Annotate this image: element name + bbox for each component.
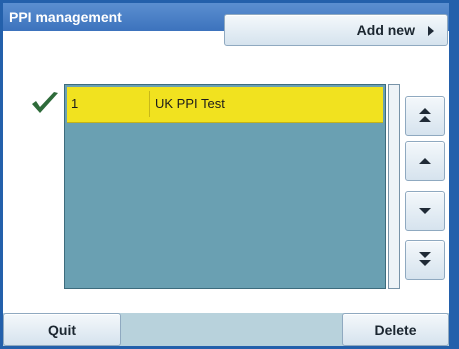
column-divider <box>149 91 150 117</box>
double-down-icon <box>418 251 432 270</box>
list-item-number: 1 <box>71 96 79 111</box>
delete-button[interactable]: Delete <box>342 313 449 346</box>
scroll-down-button[interactable] <box>405 191 445 231</box>
quit-button[interactable]: Quit <box>3 313 121 346</box>
down-icon <box>418 203 432 219</box>
scroll-bottom-button[interactable] <box>405 240 445 280</box>
add-new-label: Add new <box>356 22 415 38</box>
up-icon <box>418 153 432 169</box>
list-item-name: UK PPI Test <box>155 96 225 111</box>
scroll-up-button[interactable] <box>405 141 445 181</box>
double-up-icon <box>418 107 432 126</box>
triangle-right-icon <box>427 24 435 40</box>
list-scrollbar[interactable] <box>388 84 400 289</box>
ppi-list[interactable]: 1 UK PPI Test <box>64 84 386 289</box>
list-item[interactable]: 1 UK PPI Test <box>67 87 383 123</box>
app-window: PPI management Add new 1 UK PPI Test Qui… <box>0 0 459 349</box>
add-new-button[interactable]: Add new <box>224 14 448 46</box>
scroll-top-button[interactable] <box>405 96 445 136</box>
checkmark-icon <box>30 90 60 121</box>
